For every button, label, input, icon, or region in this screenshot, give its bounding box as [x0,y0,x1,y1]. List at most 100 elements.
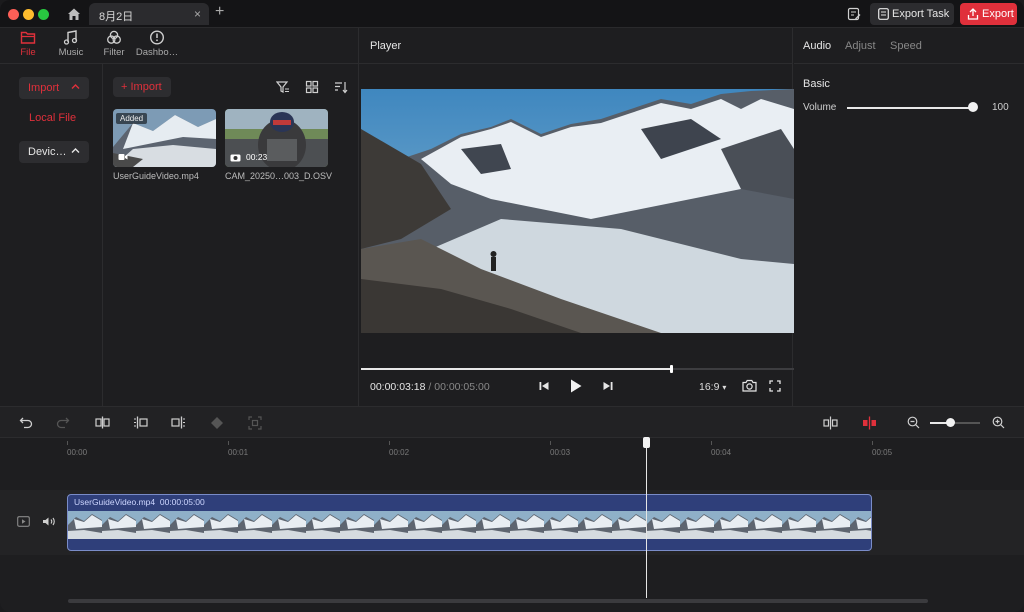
clip-label: UserGuideVideo.mp4 00:00:05:00 [74,497,205,507]
export-button[interactable]: Export [960,3,1017,25]
trim-left-icon[interactable] [133,416,148,429]
grid-view-icon[interactable] [305,80,319,94]
nav-file[interactable]: File [5,30,51,58]
track-video-icon[interactable] [17,516,30,527]
project-tab-label: 8月2日 [99,11,134,23]
keyframe-diamond-icon[interactable] [210,416,224,430]
nav-music-label: Music [58,47,84,58]
zoom-in-icon[interactable] [992,416,1005,429]
link-split-icon[interactable] [862,416,877,430]
current-time: 00:00:03:18 [370,381,426,393]
tab-speed[interactable]: Speed [890,40,922,52]
import-group-toggle[interactable]: Import [19,77,89,99]
filter-circles-icon [107,30,121,44]
snap-magnet-icon[interactable] [823,416,838,430]
added-badge: Added [116,113,148,124]
close-window-button[interactable] [8,9,19,20]
chevron-up-icon [71,148,80,153]
caret-down-icon: ▾ [722,383,727,392]
local-file-link[interactable]: Local File [29,112,76,124]
new-tab-button[interactable]: + [215,3,224,21]
export-task-button[interactable]: Export Task [870,3,954,25]
undo-icon[interactable] [19,416,33,429]
media-filename: CAM_20250…003_D.OSV [225,171,333,181]
ruler-tick [550,441,551,445]
playhead-line [646,438,647,598]
timeline-zoom-knob[interactable] [946,418,955,427]
ruler-label: 00:01 [228,448,249,457]
next-frame-icon[interactable] [602,380,614,392]
basic-section-title: Basic [803,78,830,90]
minimize-window-button[interactable] [23,9,34,20]
ruler-tick [228,441,229,445]
ruler-tick [872,441,873,445]
redo-icon[interactable] [56,416,70,429]
media-duration: 00:23 [246,152,268,162]
player-title: Player [370,40,402,52]
title-bar: 8月2日 × + Export Task Export [0,0,1024,28]
tab-adjust[interactable]: Adjust [845,40,876,52]
player-header: Player [358,28,793,64]
tab-audio[interactable]: Audio [803,40,831,52]
media-filename: UserGuideVideo.mp4 [113,171,199,181]
aspect-ratio-value: 16:9 [699,381,720,393]
chevron-up-icon [71,84,80,89]
clip-duration: 00:00:05:00 [159,497,205,507]
progress-knob[interactable] [670,365,673,373]
previous-frame-icon[interactable] [538,380,550,392]
volume-slider-knob[interactable] [968,102,978,112]
playback-progress-bar[interactable] [361,365,794,373]
progress-fill [361,368,671,370]
aspect-ratio-select[interactable]: 16:9 ▾ [699,381,726,393]
video-preview[interactable] [361,89,794,333]
folder-icon [20,31,36,44]
nav-file-label: File [20,47,36,58]
playback-time: 00:00:03:18 / 00:00:05:00 [370,381,490,393]
zoom-out-icon[interactable] [907,416,920,429]
player-panel: 00:00:03:18 / 00:00:05:00 16:9 ▾ [358,64,794,406]
volume-value: 100 [992,102,1009,113]
sort-icon[interactable] [334,80,348,94]
nav-dashboard-label: Dashbo… [135,47,179,58]
project-tab[interactable]: 8月2日 × [89,3,209,25]
nav-music[interactable]: Music [48,30,94,58]
clip-filmstrip [68,511,871,539]
nav-filter[interactable]: Filter [91,30,137,58]
timeline-horizontal-scrollbar[interactable] [68,599,928,603]
ruler-label: 00:04 [711,448,732,457]
home-icon[interactable] [66,6,82,22]
glacier-video-frame [361,89,794,333]
trim-right-icon[interactable] [171,416,186,429]
crop-frame-icon[interactable] [248,416,262,430]
timeline-toolbar [0,406,1024,438]
media-category-nav: File Music Filter Dashbo… [0,28,358,64]
import-group-label: Import [28,82,60,94]
timeline-clip[interactable]: UserGuideVideo.mp4 00:00:05:00 [67,494,872,551]
zoom-window-button[interactable] [38,9,49,20]
import-media-label: Import [130,81,162,93]
media-thumbnail[interactable]: Added [113,109,216,167]
app-window: 8月2日 × + Export Task Export File Music F… [0,0,1024,612]
360-camera-icon [230,154,241,162]
playhead-handle[interactable] [643,437,650,448]
fullscreen-icon[interactable] [769,380,781,392]
track-volume-icon[interactable] [42,516,56,527]
close-tab-icon[interactable]: × [194,7,201,21]
import-media-button[interactable]: + Import [113,77,171,97]
nav-dashboard[interactable]: Dashbo… [134,30,180,58]
volume-slider-track[interactable] [847,107,973,109]
timeline-ruler[interactable]: 00:00 00:01 00:02 00:03 00:04 00:05 [0,438,1024,468]
snapshot-camera-icon[interactable] [742,379,757,392]
feedback-edit-icon[interactable] [847,7,861,21]
ruler-label: 00:00 [67,448,88,457]
property-tabs: Audio Adjust Speed [794,28,1024,64]
source-sidebar: Import Local File Devic… [0,64,103,406]
play-icon[interactable] [569,378,583,394]
filter-funnel-icon[interactable] [276,80,290,94]
volume-label: Volume [803,102,837,113]
export-task-label: Export Task [892,8,950,20]
split-icon[interactable] [95,416,110,429]
device-group-toggle[interactable]: Devic… [19,141,89,163]
export-label: Export [982,8,1014,20]
media-thumbnail[interactable]: 00:23 [225,109,328,167]
